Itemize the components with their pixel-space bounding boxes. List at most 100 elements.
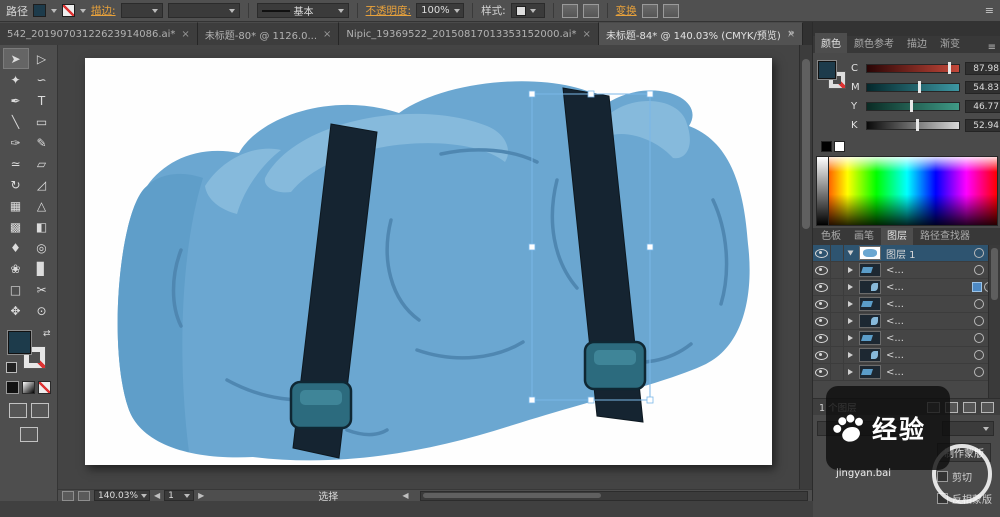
layer-label[interactable]: <...: [884, 350, 974, 361]
draw-normal-icon[interactable]: [8, 403, 27, 418]
grayscale-ramp[interactable]: [817, 157, 829, 225]
chevron-down-icon[interactable]: [51, 8, 57, 13]
opacity-dropdown[interactable]: 100%: [416, 3, 465, 18]
target-circle-icon[interactable]: [974, 248, 984, 258]
expand-arrow-icon[interactable]: [844, 369, 856, 375]
perspective-grid-tool-icon[interactable]: △: [29, 195, 55, 216]
close-icon[interactable]: ×: [181, 29, 189, 40]
slider-marker[interactable]: [910, 100, 914, 112]
visibility-eye-icon[interactable]: [813, 262, 831, 278]
stroke-color-swatch[interactable]: [62, 4, 75, 17]
rectangle-tool-icon[interactable]: ▭: [29, 111, 55, 132]
layer-label[interactable]: <...: [884, 316, 974, 327]
pencil-tool-icon[interactable]: ✎: [29, 132, 55, 153]
expand-arrow-icon[interactable]: [844, 250, 856, 256]
variable-width-dropdown[interactable]: [167, 3, 240, 18]
lock-toggle[interactable]: [831, 347, 844, 363]
layer-label[interactable]: <...: [884, 367, 974, 378]
tab-swatches[interactable]: 色板: [815, 225, 847, 245]
pathfinder-icon[interactable]: [662, 3, 679, 18]
layer-label[interactable]: <...: [884, 265, 974, 276]
black-value[interactable]: 52.94: [965, 119, 1000, 132]
tab-overflow-icon[interactable]: »: [788, 26, 795, 39]
default-fill-stroke-icon[interactable]: [5, 362, 17, 373]
selection-tool-icon[interactable]: ➤: [2, 48, 29, 69]
document-tab[interactable]: Nipic_19369522_20150817013353152000.ai* …: [339, 22, 599, 45]
visibility-eye-icon[interactable]: [813, 364, 831, 380]
layer-row[interactable]: <...: [813, 347, 1000, 364]
gradient-tool-icon[interactable]: ◧: [29, 216, 55, 237]
stroke-link[interactable]: 描边:: [91, 3, 116, 18]
new-layer-icon[interactable]: [963, 401, 976, 413]
symbol-sprayer-tool-icon[interactable]: ❀: [3, 258, 29, 279]
layer-label[interactable]: <...: [884, 282, 972, 293]
document-setup-icon[interactable]: [561, 3, 578, 18]
magic-wand-tool-icon[interactable]: ✦: [3, 69, 29, 90]
canvas-area[interactable]: [58, 45, 812, 489]
width-tool-icon[interactable]: ≃: [3, 153, 29, 174]
lock-toggle[interactable]: [831, 245, 844, 261]
slider-marker[interactable]: [915, 119, 919, 131]
preferences-icon[interactable]: [582, 3, 599, 18]
panel-menu-icon[interactable]: ≡: [988, 42, 996, 53]
target-circle-icon[interactable]: [974, 299, 984, 309]
close-icon[interactable]: ×: [323, 29, 331, 40]
graph-tool-icon[interactable]: ▊: [29, 258, 55, 279]
zoom-tool-icon[interactable]: ⊙: [29, 300, 55, 321]
visibility-eye-icon[interactable]: [813, 296, 831, 312]
lock-toggle[interactable]: [831, 279, 844, 295]
layer-row[interactable]: <...: [813, 313, 1000, 330]
black-slider[interactable]: [866, 119, 960, 131]
lock-toggle[interactable]: [831, 330, 844, 346]
slider-marker[interactable]: [917, 81, 921, 93]
magenta-slider[interactable]: [866, 81, 960, 93]
lock-toggle[interactable]: [831, 313, 844, 329]
eyedropper-tool-icon[interactable]: ♦: [3, 237, 29, 258]
document-tab[interactable]: 未标题-80* @ 1126.0... ×: [197, 22, 340, 45]
zoom-dropdown[interactable]: 140.03%: [94, 490, 150, 501]
target-circle-icon[interactable]: [974, 265, 984, 275]
status-icon[interactable]: [78, 490, 90, 501]
delete-layer-icon[interactable]: [981, 401, 994, 413]
draw-behind-icon[interactable]: [30, 403, 49, 418]
rotate-tool-icon[interactable]: ↻: [3, 174, 29, 195]
lock-toggle[interactable]: [831, 262, 844, 278]
tab-layers[interactable]: 图层: [881, 225, 913, 245]
vertical-scrollbar-thumb[interactable]: [802, 59, 810, 229]
tab-stroke[interactable]: 描边: [901, 33, 933, 53]
expand-arrow-icon[interactable]: [844, 284, 856, 290]
target-circle-icon[interactable]: [974, 333, 984, 343]
chevron-down-icon[interactable]: [80, 8, 86, 13]
tab-color-guide[interactable]: 颜色参考: [848, 33, 900, 53]
panel-menu-icon[interactable]: ≡: [985, 4, 994, 17]
visibility-eye-icon[interactable]: [813, 245, 831, 261]
expand-arrow-icon[interactable]: [844, 267, 856, 273]
target-circle-icon[interactable]: [974, 367, 984, 377]
visibility-eye-icon[interactable]: [813, 279, 831, 295]
pen-tool-icon[interactable]: ✒: [3, 90, 29, 111]
line-tool-icon[interactable]: ╲: [3, 111, 29, 132]
layer-label[interactable]: <...: [884, 333, 974, 344]
close-icon[interactable]: ×: [583, 29, 591, 40]
swap-fill-stroke-icon[interactable]: ⇄: [43, 329, 51, 339]
opacity-link[interactable]: 不透明度:: [366, 3, 412, 18]
visibility-eye-icon[interactable]: [813, 330, 831, 346]
color-mode-icon[interactable]: [6, 381, 19, 394]
horizontal-scrollbar[interactable]: [420, 490, 808, 501]
lock-toggle[interactable]: [831, 296, 844, 312]
horizontal-scrollbar-thumb[interactable]: [423, 492, 601, 498]
layer-row[interactable]: <...: [813, 364, 1000, 381]
layer-row[interactable]: 图层 1: [813, 245, 1000, 262]
black-swatch[interactable]: [821, 141, 832, 152]
target-circle-icon[interactable]: [974, 316, 984, 326]
fill-color-swatch[interactable]: [33, 4, 46, 17]
layer-row[interactable]: <...: [813, 279, 1000, 296]
visibility-eye-icon[interactable]: [813, 313, 831, 329]
tab-brushes[interactable]: 画笔: [848, 225, 880, 245]
style-dropdown[interactable]: [510, 3, 545, 18]
layer-label[interactable]: <...: [884, 299, 974, 310]
layer-row[interactable]: <...: [813, 330, 1000, 347]
cyan-value[interactable]: 87.98: [965, 62, 1000, 75]
shape-builder-tool-icon[interactable]: ▦: [3, 195, 29, 216]
document-tab[interactable]: 542_20190703122623914086.ai* ×: [0, 22, 198, 45]
